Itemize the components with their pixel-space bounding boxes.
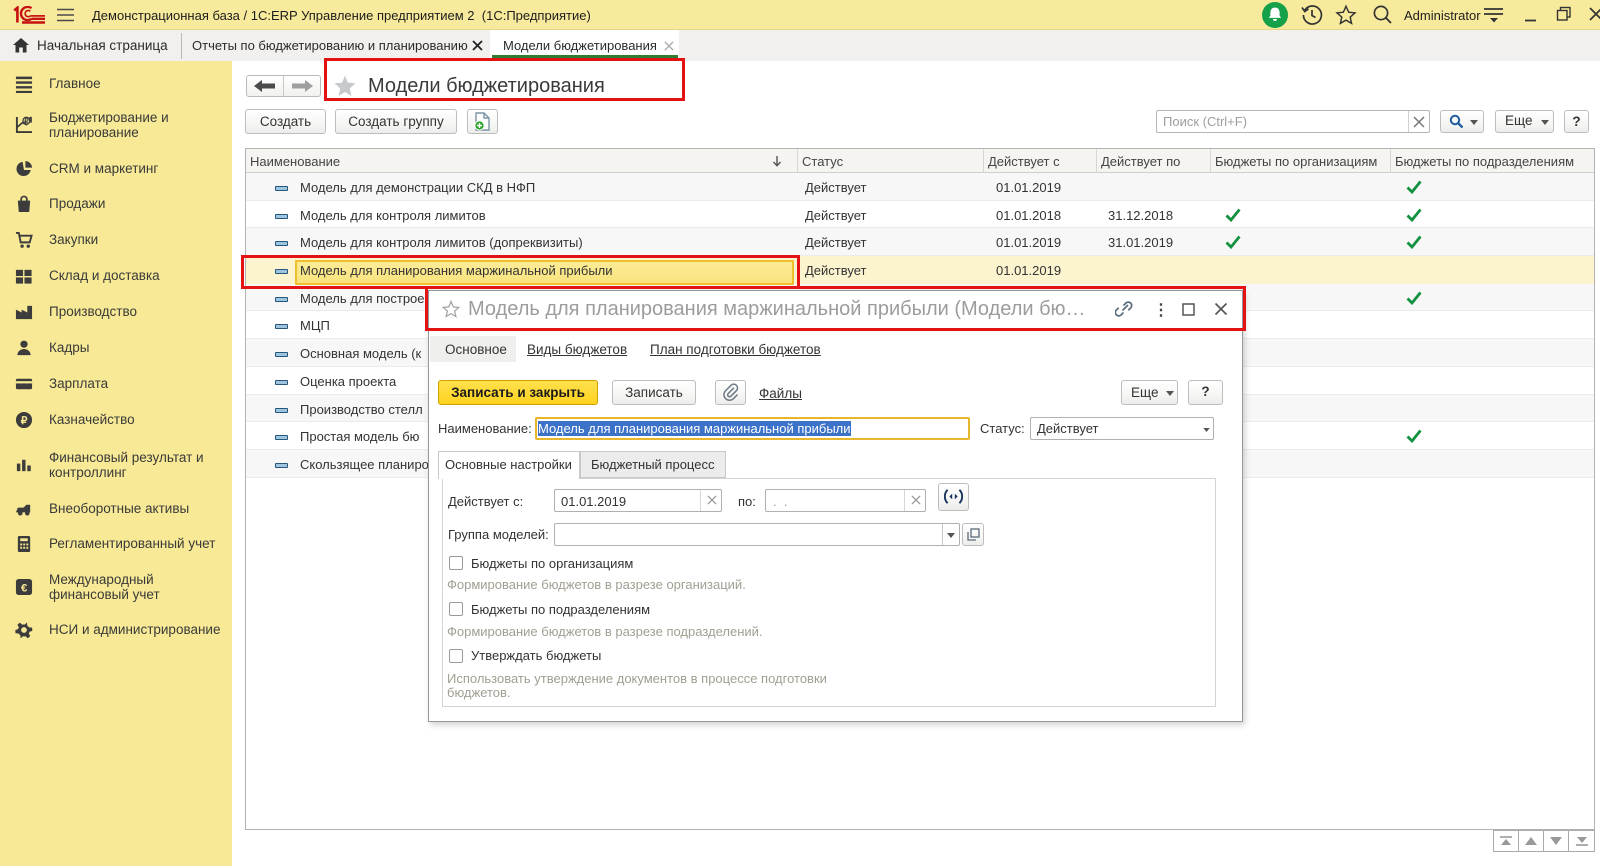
svg-text:₽: ₽ <box>24 118 29 126</box>
svg-text:€: € <box>21 582 28 594</box>
svg-text:₽: ₽ <box>21 416 28 427</box>
